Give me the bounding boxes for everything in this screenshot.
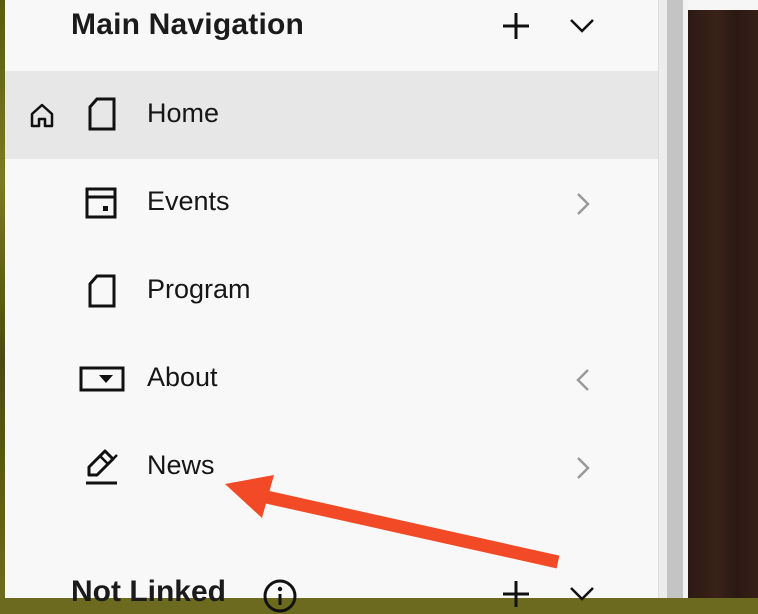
- nav-item-label: About: [147, 362, 218, 392]
- section-title-not-linked: Not Linked: [71, 575, 226, 608]
- chevron-down-icon[interactable]: [568, 16, 596, 36]
- chevron-left-icon[interactable]: [573, 367, 593, 393]
- page-icon: [88, 274, 116, 308]
- site-preview-image: [688, 10, 758, 598]
- home-icon: [30, 103, 54, 128]
- folder-dropdown-icon: [79, 366, 125, 392]
- nav-item-label: News: [147, 450, 215, 480]
- chevron-right-icon[interactable]: [573, 191, 593, 217]
- chevron-right-icon[interactable]: [573, 455, 593, 481]
- nav-item-events[interactable]: Events: [5, 159, 658, 247]
- scrollbar-thumb[interactable]: [667, 0, 683, 598]
- plus-icon[interactable]: [500, 10, 532, 42]
- calendar-page-icon: [85, 187, 117, 219]
- section-title-main-navigation: Main Navigation: [71, 8, 305, 41]
- page-icon: [88, 97, 116, 131]
- info-icon[interactable]: [262, 578, 298, 614]
- nav-item-label: Events: [147, 186, 230, 216]
- nav-item-label: Program: [147, 274, 251, 304]
- blog-pen-icon: [86, 449, 118, 485]
- plus-icon[interactable]: [500, 578, 532, 610]
- chevron-down-icon[interactable]: [568, 584, 596, 604]
- nav-item-program[interactable]: Program: [5, 247, 658, 335]
- nav-item-news[interactable]: News: [5, 423, 658, 511]
- nav-item-label: Home: [147, 98, 220, 128]
- nav-item-home[interactable]: Home: [5, 71, 658, 159]
- nav-item-about[interactable]: About: [5, 335, 658, 423]
